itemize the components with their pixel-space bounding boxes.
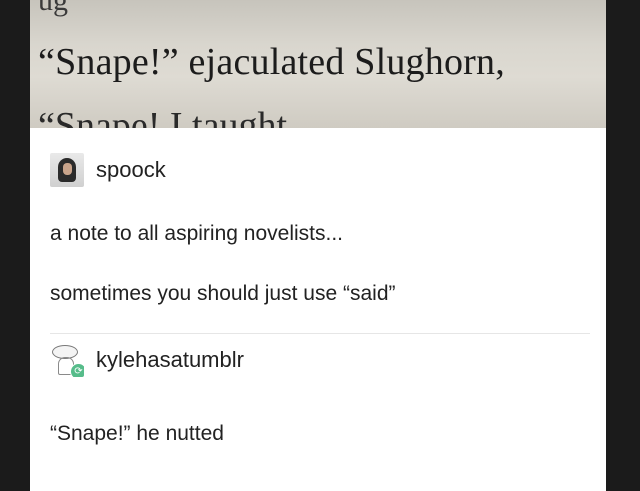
post-text-line: a note to all aspiring novelists... (50, 222, 343, 245)
book-line-bottom: “Snape! I taught (38, 105, 288, 128)
post-header: ⟳ kylehasatumblr (50, 340, 244, 380)
book-page-image: ug “Snape!” ejaculated Slughorn, “Snape!… (30, 0, 606, 128)
post-spoock: spoock a note to all aspiring novelists.… (30, 150, 606, 330)
book-line-main: “Snape!” ejaculated Slughorn, (38, 41, 505, 83)
post-kylehasatumblr: ⟳ kylehasatumblr “Snape!” he nutted (30, 340, 606, 491)
tumblr-post-card: ug “Snape!” ejaculated Slughorn, “Snape!… (30, 0, 606, 491)
sketch-avatar-icon[interactable]: ⟳ (50, 343, 84, 377)
post-header: spoock (50, 150, 166, 190)
snape-avatar-icon[interactable] (50, 153, 84, 187)
reblog-icon: ⟳ (70, 363, 84, 377)
username-kylehasatumblr[interactable]: kylehasatumblr (96, 347, 244, 373)
book-line-top: ug (38, 0, 68, 17)
username-spoock[interactable]: spoock (96, 157, 166, 183)
post-text-line: “Snape!” he nutted (50, 422, 224, 445)
post-divider (50, 333, 590, 334)
post-text-line: sometimes you should just use “said” (50, 282, 396, 305)
